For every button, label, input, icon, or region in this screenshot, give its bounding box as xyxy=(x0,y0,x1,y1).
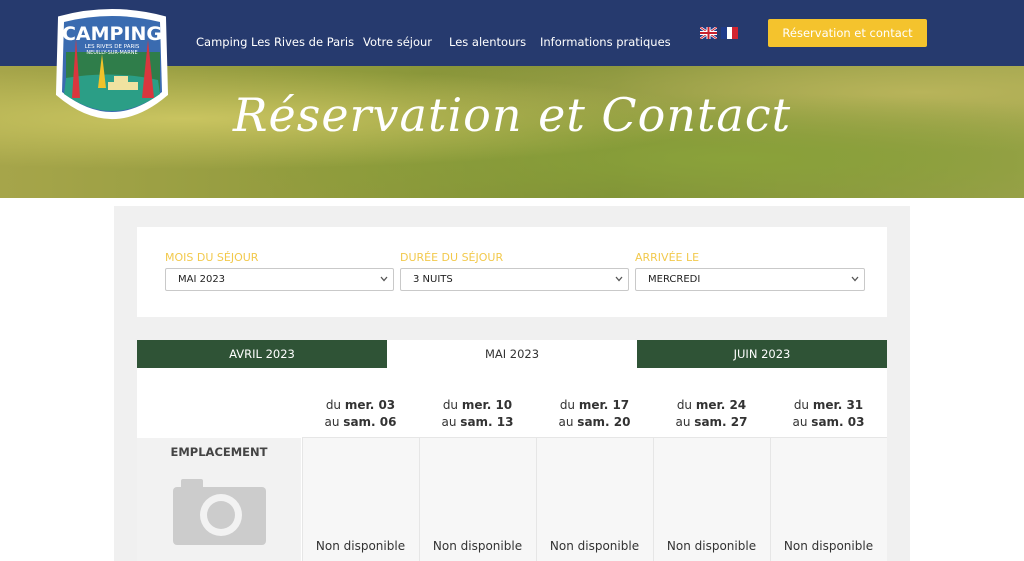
arrival-select-value: MERCREDI xyxy=(648,274,701,285)
period-to-day: sam. 13 xyxy=(460,415,514,429)
period-header: du mer. 31 au sam. 03 xyxy=(770,397,887,431)
nav-votre-sejour[interactable]: Votre séjour xyxy=(363,35,432,49)
period-from-prefix: du xyxy=(325,398,342,412)
fr-flag-icon[interactable] xyxy=(721,27,738,39)
tab-juin-2023[interactable]: JUIN 2023 xyxy=(637,340,887,368)
availability-status: Non disponible xyxy=(432,539,523,553)
period-to-prefix: au xyxy=(558,415,574,429)
availability-status: Non disponible xyxy=(315,539,406,553)
period-to-day: sam. 06 xyxy=(343,415,397,429)
logo-title: CAMPING xyxy=(62,23,162,45)
reservation-contact-button[interactable]: Réservation et contact xyxy=(768,19,927,47)
nav-informations-pratiques[interactable]: Informations pratiques xyxy=(540,35,671,49)
month-select[interactable]: MAI 2023 xyxy=(165,268,394,291)
en-flag-icon[interactable] xyxy=(700,27,717,39)
period-from-prefix: du xyxy=(793,398,810,412)
chevron-down-icon xyxy=(851,276,859,282)
duration-select-value: 3 NUITS xyxy=(413,274,453,285)
period-to-prefix: au xyxy=(441,415,457,429)
availability-status: Non disponible xyxy=(666,539,757,553)
period-header: du mer. 03 au sam. 06 xyxy=(302,397,419,431)
period-from-prefix: du xyxy=(442,398,459,412)
filter-label-duration: DURÉE DU SÉJOUR xyxy=(400,251,504,264)
period-to-day: sam. 27 xyxy=(694,415,748,429)
period-from-prefix: du xyxy=(676,398,693,412)
period-to-prefix: au xyxy=(324,415,340,429)
period-from-day: mer. 10 xyxy=(461,398,513,412)
month-select-value: MAI 2023 xyxy=(178,274,226,285)
period-from-day: mer. 03 xyxy=(344,398,396,412)
period-header: du mer. 10 au sam. 13 xyxy=(419,397,536,431)
period-to-day: sam. 20 xyxy=(577,415,631,429)
tab-mai-2023[interactable]: MAI 2023 xyxy=(387,340,637,368)
duration-select[interactable]: 3 NUITS xyxy=(400,268,629,291)
period-header: du mer. 24 au sam. 27 xyxy=(653,397,770,431)
filter-label-arrival: ARRIVÉE LE xyxy=(635,251,700,264)
nav-les-alentours[interactable]: Les alentours xyxy=(449,35,526,49)
logo-subtitle-2: NEUILLY-SUR-MARNE xyxy=(86,50,137,56)
period-from-day: mer. 17 xyxy=(578,398,630,412)
period-to-prefix: au xyxy=(792,415,808,429)
tab-avril-2023[interactable]: AVRIL 2023 xyxy=(137,340,387,368)
period-from-prefix: du xyxy=(559,398,576,412)
filter-label-month: MOIS DU SÉJOUR xyxy=(165,251,259,264)
chevron-down-icon xyxy=(380,276,388,282)
period-header: du mer. 17 au sam. 20 xyxy=(536,397,653,431)
period-from-day: mer. 31 xyxy=(812,398,864,412)
period-from-day: mer. 24 xyxy=(695,398,747,412)
availability-status: Non disponible xyxy=(783,539,874,553)
arrival-select[interactable]: MERCREDI xyxy=(635,268,865,291)
row-label-emplacement: EMPLACEMENT xyxy=(137,438,301,466)
page-title: Réservation et Contact xyxy=(232,88,792,142)
period-to-prefix: au xyxy=(675,415,691,429)
camera-icon xyxy=(173,479,266,545)
period-to-day: sam. 03 xyxy=(811,415,865,429)
nav-camping[interactable]: Camping Les Rives de Paris xyxy=(196,35,354,49)
chevron-down-icon xyxy=(615,276,623,282)
availability-status: Non disponible xyxy=(549,539,640,553)
